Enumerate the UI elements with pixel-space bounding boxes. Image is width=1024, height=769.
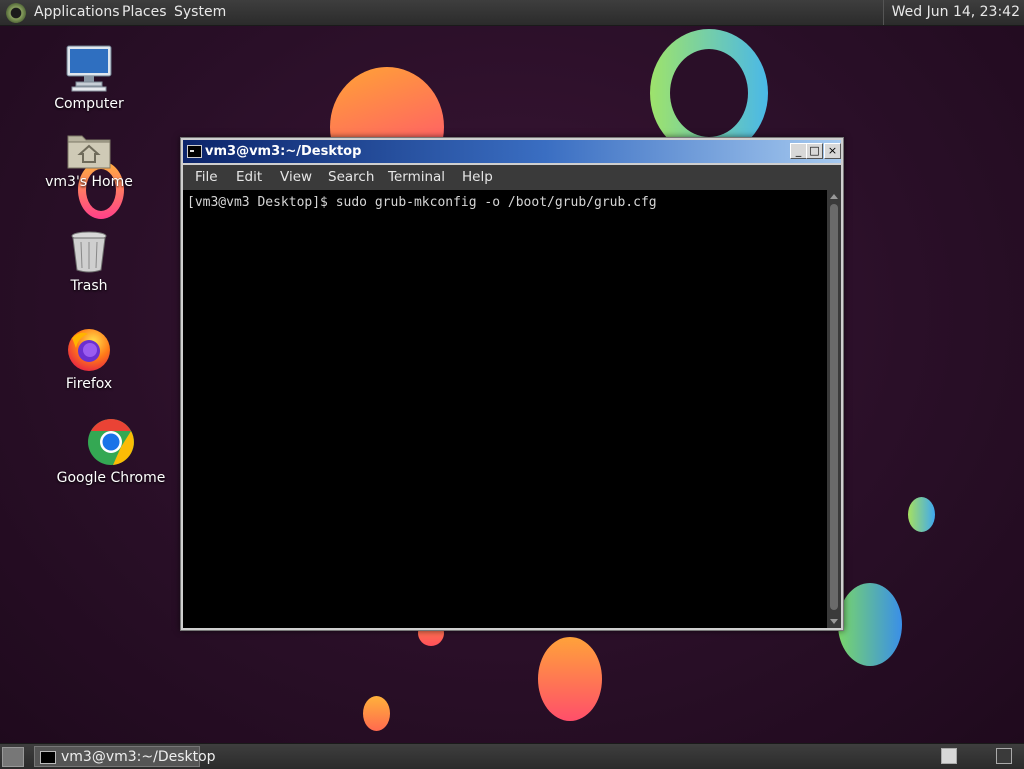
gnome-logo-icon[interactable] [6, 3, 26, 23]
applications-menu[interactable]: Applications [34, 0, 120, 25]
terminal-output[interactable]: [vm3@vm3 Desktop]$ sudo grub-mkconfig -o… [183, 190, 827, 628]
minimize-button[interactable]: _ [790, 143, 807, 159]
places-menu[interactable]: Places [122, 0, 167, 25]
firefox-icon [66, 326, 112, 372]
terminal-icon [40, 751, 56, 764]
menu-edit[interactable]: Edit [236, 165, 262, 190]
top-panel: Applications Places System Wed Jun 14, 2… [0, 0, 1024, 26]
desktop-icon-trash[interactable]: Trash [34, 230, 144, 294]
wallpaper-small-blue-blob [908, 497, 935, 532]
terminal-window: vm3@vm3:~/Desktop _ □ × File Edit View S… [180, 137, 844, 631]
scroll-down-arrow-icon[interactable] [830, 619, 838, 624]
menu-file[interactable]: File [195, 165, 218, 190]
menu-help[interactable]: Help [462, 165, 493, 190]
desktop-icon-label: Firefox [65, 376, 113, 392]
show-desktop-icon[interactable] [2, 747, 24, 767]
desktop-icon-chrome[interactable]: Google Chrome [56, 418, 166, 486]
terminal-scrollbar[interactable] [827, 190, 841, 628]
desktop-icon-firefox[interactable]: Firefox [34, 326, 144, 392]
terminal-icon [187, 145, 202, 158]
bottom-panel: vm3@vm3:~/Desktop [0, 743, 1024, 769]
desktop-icon-label: Computer [54, 96, 124, 112]
trash-icon [69, 230, 109, 274]
scrollbar-thumb[interactable] [830, 204, 838, 610]
desktop-icon-label: Trash [70, 278, 108, 294]
workspace-2-icon[interactable] [996, 748, 1012, 764]
taskbar-label: vm3@vm3:~/Desktop [61, 749, 216, 765]
system-menu[interactable]: System [174, 0, 226, 25]
maximize-button[interactable]: □ [806, 143, 823, 159]
menu-terminal[interactable]: Terminal [388, 165, 445, 190]
workspace-1-icon[interactable] [941, 748, 957, 764]
terminal-command-line: [vm3@vm3 Desktop]$ sudo grub-mkconfig -o… [187, 195, 657, 210]
close-button[interactable]: × [824, 143, 841, 159]
desktop-icon-label: vm3's Home [45, 174, 133, 190]
chrome-icon [87, 418, 135, 466]
scroll-up-arrow-icon[interactable] [830, 194, 838, 199]
computer-icon [64, 44, 114, 92]
wallpaper-blue-blob [838, 583, 902, 666]
wallpaper-pink-blob [538, 637, 602, 721]
desktop-icon-label: Google Chrome [56, 470, 166, 486]
menu-search[interactable]: Search [328, 165, 374, 190]
taskbar-terminal-button[interactable]: vm3@vm3:~/Desktop [34, 746, 216, 767]
desktop-icon-home[interactable]: vm3's Home [34, 130, 144, 190]
window-titlebar[interactable]: vm3@vm3:~/Desktop _ □ × [183, 140, 841, 163]
menu-view[interactable]: View [280, 165, 312, 190]
panel-clock[interactable]: Wed Jun 14, 23:42 [882, 0, 1024, 25]
window-title: vm3@vm3:~/Desktop [205, 144, 362, 159]
terminal-menubar: File Edit View Search Terminal Help [183, 165, 841, 190]
desktop-icon-computer[interactable]: Computer [34, 44, 144, 112]
home-folder-icon [66, 130, 112, 170]
wallpaper-small-orange-blob [363, 696, 390, 731]
